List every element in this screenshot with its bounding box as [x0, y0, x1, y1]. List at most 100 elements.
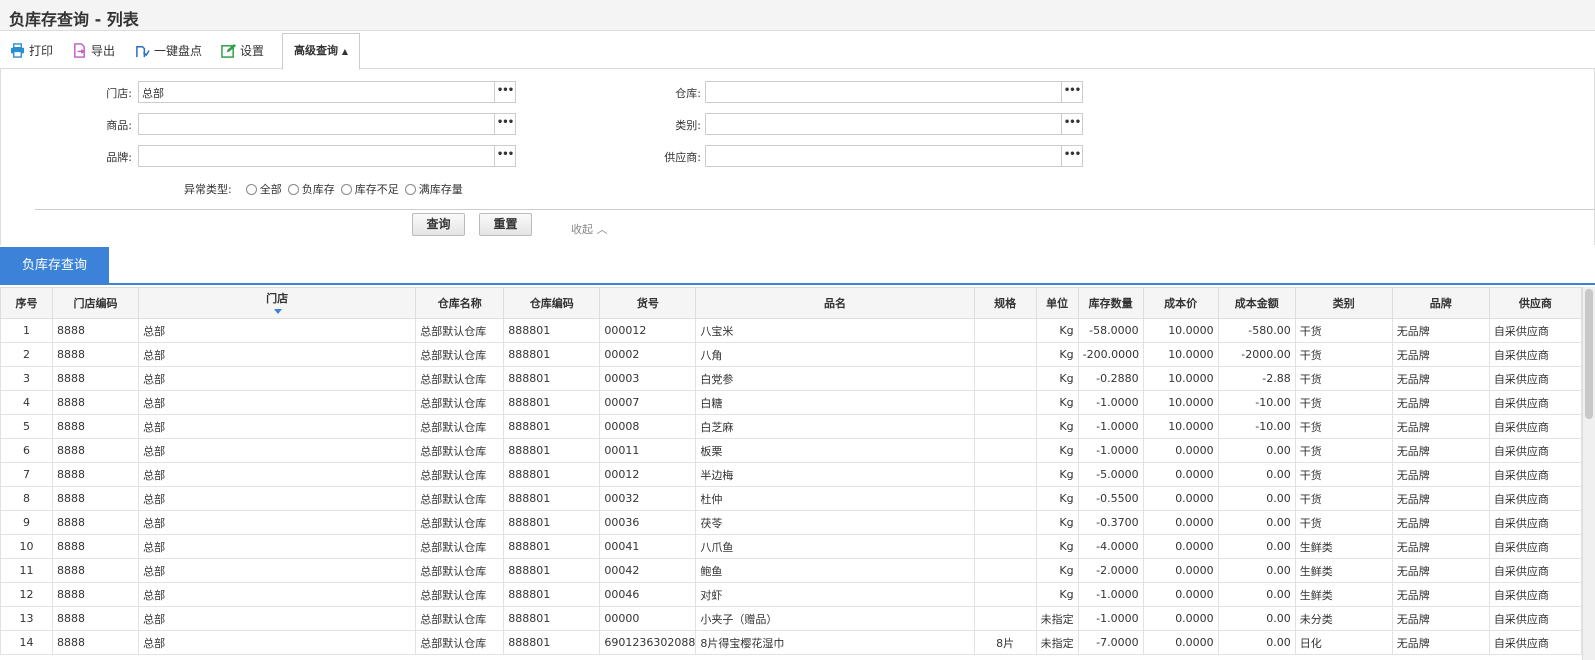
col-header-category[interactable]: 类别: [1294, 287, 1393, 319]
table-row[interactable]: 11 8888 总部 总部默认仓库 888801 00042 鲍鱼 Kg -2.0000 0.00…: [0, 558, 1582, 583]
product-input[interactable]: [138, 113, 495, 135]
advanced-query-tab[interactable]: 高级查询 ▲: [282, 33, 360, 70]
radio-circle: [245, 183, 257, 195]
cell-cost-amount: 0.00: [1217, 486, 1296, 511]
col-header-warehouse-code[interactable]: 仓库编码: [503, 287, 601, 319]
anomaly-radio-full[interactable]: 满库存量: [404, 181, 463, 197]
cell-warehouse-code: 888801: [503, 318, 601, 343]
anomaly-radio-insufficient[interactable]: 库存不足: [340, 181, 399, 197]
col-header-stock-qty[interactable]: 库存数量: [1077, 287, 1144, 319]
cell-item-no: 00041: [599, 534, 697, 559]
print-button[interactable]: 打印: [10, 40, 53, 60]
cell-warehouse-name: 总部默认仓库: [415, 414, 505, 439]
cell-item-no: 00002: [599, 342, 697, 367]
cell-spec: [973, 438, 1037, 463]
stocktake-button[interactable]: 一键盘点: [135, 40, 202, 60]
cell-store: 总部: [138, 486, 417, 511]
cell-brand: 无品牌: [1391, 366, 1490, 391]
col-header-warehouse-name[interactable]: 仓库名称: [415, 287, 505, 319]
col-header-store-code[interactable]: 门店编码: [52, 287, 140, 319]
cell-stock-qty: -2.0000: [1077, 558, 1144, 583]
cell-spec: [973, 342, 1037, 367]
cell-index: 9: [0, 510, 54, 535]
category-input[interactable]: [705, 113, 1062, 135]
table-row[interactable]: 9 8888 总部 总部默认仓库 888801 00036 茯苓 Kg -0.3700 0.000…: [0, 510, 1582, 535]
supplier-picker-button[interactable]: •••: [1061, 145, 1083, 167]
col-header-spec[interactable]: 规格: [973, 287, 1037, 319]
cell-supplier: 自采供应商: [1488, 438, 1582, 463]
table-row[interactable]: 12 8888 总部 总部默认仓库 888801 00046 对虾 Kg -1.0000 0.00…: [0, 582, 1582, 607]
cell-unit: Kg: [1035, 510, 1079, 535]
anomaly-radio-all[interactable]: 全部: [245, 181, 282, 197]
warehouse-input[interactable]: [705, 81, 1062, 103]
table-row[interactable]: 5 8888 总部 总部默认仓库 888801 00008 白芝麻 Kg -1.0000 10.0…: [0, 414, 1582, 439]
anomaly-radio-negative[interactable]: 负库存: [287, 181, 335, 197]
col-header-brand[interactable]: 品牌: [1391, 287, 1490, 319]
cell-stock-qty: -7.0000: [1077, 630, 1144, 655]
grid-scrollbar[interactable]: [1582, 287, 1595, 660]
cell-warehouse-name: 总部默认仓库: [415, 558, 505, 583]
scrollbar-thumb[interactable]: [1585, 289, 1593, 419]
cell-spec: [973, 366, 1037, 391]
cell-cost-price: 0.0000: [1142, 606, 1219, 631]
warehouse-picker-button[interactable]: •••: [1061, 81, 1083, 103]
cell-cost-amount: 0.00: [1217, 510, 1296, 535]
table-row[interactable]: 6 8888 总部 总部默认仓库 888801 00011 板栗 Kg -1.0000 0.000…: [0, 438, 1582, 463]
cell-store-code: 8888: [52, 606, 140, 631]
brand-input[interactable]: [138, 145, 495, 167]
col-header-store[interactable]: 门店: [138, 287, 417, 319]
cell-store-code: 8888: [52, 534, 140, 559]
cell-brand: 无品牌: [1391, 558, 1490, 583]
table-row[interactable]: 13 8888 总部 总部默认仓库 888801 00000 小夹子（赠品） 未指定 -1.00…: [0, 606, 1582, 631]
toolbar: 打印 导出 一键盘点 设置 高级查询 ▲: [0, 31, 1595, 70]
table-row[interactable]: 10 8888 总部 总部默认仓库 888801 00041 八爪鱼 Kg -4.0000 0.0…: [0, 534, 1582, 559]
category-picker-button[interactable]: •••: [1061, 113, 1083, 135]
col-header-index[interactable]: 序号: [0, 287, 54, 319]
cell-stock-qty: -5.0000: [1077, 462, 1144, 487]
cell-spec: [973, 534, 1037, 559]
export-label: 导出: [91, 43, 116, 58]
table-row[interactable]: 1 8888 总部 总部默认仓库 888801 000012 八宝米 Kg -58.0000 10…: [0, 318, 1582, 343]
cell-warehouse-code: 888801: [503, 414, 601, 439]
col-header-supplier[interactable]: 供应商: [1488, 287, 1582, 319]
settings-button[interactable]: 设置: [221, 40, 264, 60]
cell-item-no: 00032: [599, 486, 697, 511]
store-input[interactable]: 总部: [138, 81, 495, 103]
cell-cost-price: 0.0000: [1142, 582, 1219, 607]
cell-stock-qty: -200.0000: [1077, 342, 1144, 367]
cell-stock-qty: -58.0000: [1077, 318, 1144, 343]
cell-brand: 无品牌: [1391, 582, 1490, 607]
export-button[interactable]: 导出: [72, 40, 115, 60]
cell-store: 总部: [138, 510, 417, 535]
col-header-cost-amount[interactable]: 成本金额: [1217, 287, 1296, 319]
table-row[interactable]: 8 8888 总部 总部默认仓库 888801 00032 杜仲 Kg -0.5500 0.000…: [0, 486, 1582, 511]
table-row[interactable]: 4 8888 总部 总部默认仓库 888801 00007 白糖 Kg -1.0000 10.00…: [0, 390, 1582, 415]
edit-icon: [221, 43, 236, 58]
table-row[interactable]: 2 8888 总部 总部默认仓库 888801 00002 八角 Kg -200.0000 10.…: [0, 342, 1582, 367]
cell-supplier: 自采供应商: [1488, 462, 1582, 487]
supplier-input[interactable]: [705, 145, 1062, 167]
cell-warehouse-code: 888801: [503, 342, 601, 367]
store-picker-button[interactable]: •••: [494, 81, 516, 103]
collapse-link[interactable]: 收起 ︿: [571, 221, 608, 237]
cell-store-code: 8888: [52, 390, 140, 415]
brand-picker-button[interactable]: •••: [494, 145, 516, 167]
query-button[interactable]: 查询: [412, 213, 465, 236]
col-header-unit[interactable]: 单位: [1035, 287, 1079, 319]
sort-desc-icon: [274, 309, 283, 314]
cell-item-no: 00011: [599, 438, 697, 463]
cell-index: 4: [0, 390, 54, 415]
cell-cost-price: 10.0000: [1142, 366, 1219, 391]
col-header-product-name[interactable]: 品名: [695, 287, 975, 319]
cell-index: 1: [0, 318, 54, 343]
reset-button[interactable]: 重置: [479, 213, 532, 236]
table-row[interactable]: 7 8888 总部 总部默认仓库 888801 00012 半边梅 Kg -5.0000 0.00…: [0, 462, 1582, 487]
col-header-item-no[interactable]: 货号: [599, 287, 697, 319]
radio-circle: [404, 183, 416, 195]
table-row[interactable]: 14 8888 总部 总部默认仓库 888801 6901236302088 8片得宝樱花湿…: [0, 630, 1582, 655]
col-header-cost-price[interactable]: 成本价: [1142, 287, 1219, 319]
tab-negative-stock[interactable]: 负库存查询: [0, 247, 109, 284]
cell-product-name: 茯苓: [695, 510, 975, 535]
product-picker-button[interactable]: •••: [494, 113, 516, 135]
table-row[interactable]: 3 8888 总部 总部默认仓库 888801 00003 白党参 Kg -0.2880 10.0…: [0, 366, 1582, 391]
